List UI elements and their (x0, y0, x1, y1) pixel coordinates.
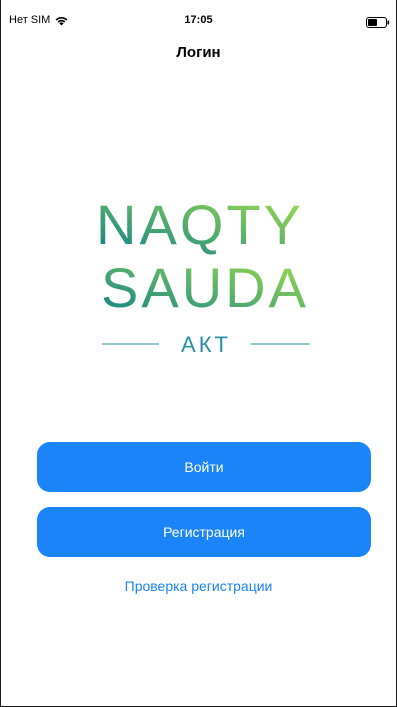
check-registration-link[interactable]: Проверка регистрации (1, 578, 396, 594)
login-button[interactable]: Войти (37, 442, 371, 492)
login-screen: Нет SIM 17:05 Логин NAQTY SAUDA АКТ Войт… (0, 0, 397, 707)
app-logo: NAQTY SAUDA АКТ (1, 190, 397, 370)
logo-line1: NAQTY (96, 193, 304, 256)
status-time: 17:05 (184, 14, 213, 26)
register-button[interactable]: Регистрация (37, 507, 371, 557)
register-button-label: Регистрация (163, 524, 245, 540)
logo-subtitle: АКТ (181, 332, 231, 357)
logo-line2: SAUDA (101, 256, 309, 319)
page-title: Логин (176, 44, 221, 61)
status-bar: Нет SIM 17:05 (1, 0, 396, 34)
login-button-label: Войти (184, 459, 224, 475)
battery-icon (366, 15, 390, 28)
